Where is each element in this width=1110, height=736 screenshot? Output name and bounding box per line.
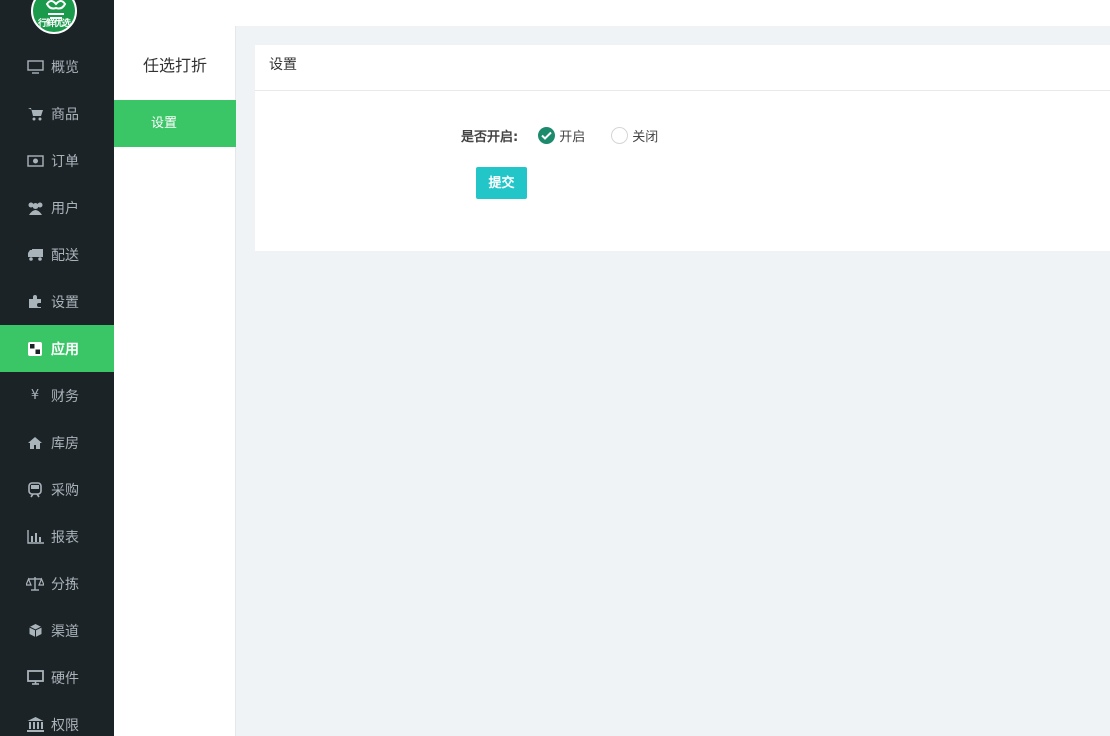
secondary-sidebar: 任选打折 设置 xyxy=(114,26,236,736)
sidebar-item-reports[interactable]: 报表 xyxy=(0,513,114,560)
radio-disable[interactable]: 关闭 xyxy=(611,126,658,145)
enable-form-row: 是否开启: 开启 关闭 xyxy=(461,125,684,145)
sidebar-item-label: 硬件 xyxy=(51,670,79,687)
radio-empty-icon xyxy=(611,126,629,144)
money-icon xyxy=(26,153,44,169)
sidebar-item-label: 渠道 xyxy=(51,623,79,640)
sidebar-item-settings[interactable]: 设置 xyxy=(0,278,114,325)
cart-icon xyxy=(26,106,44,122)
sidebar-item-label: 报表 xyxy=(51,529,79,546)
panel-title: 设置 xyxy=(255,45,1110,91)
sidebar-item-channels[interactable]: 渠道 xyxy=(0,607,114,654)
bank-icon xyxy=(26,717,44,733)
sidebar-item-label: 配送 xyxy=(51,247,79,264)
users-icon xyxy=(26,200,44,216)
sidebar-item-label: 分拣 xyxy=(51,576,79,593)
settings-panel: 设置 是否开启: 开启 关闭 提交 xyxy=(255,45,1110,251)
bar-chart-icon xyxy=(26,529,44,545)
sidebar-item-purchase[interactable]: 采购 xyxy=(0,466,114,513)
sidebar-item-label: 概览 xyxy=(51,59,79,76)
desktop-icon xyxy=(26,670,44,686)
submit-button[interactable]: 提交 xyxy=(476,167,527,199)
sidebar-item-label: 订单 xyxy=(51,153,79,170)
train-icon xyxy=(26,481,44,498)
yen-icon: ¥ xyxy=(30,388,40,403)
logo[interactable]: 行鲜优选 xyxy=(31,0,77,34)
check-icon xyxy=(538,126,556,144)
top-header xyxy=(114,0,1110,26)
sidebar-item-apps[interactable]: 应用 xyxy=(0,325,114,372)
radio-disable-label: 关闭 xyxy=(632,129,659,145)
sidebar-item-warehouse[interactable]: 库房 xyxy=(0,419,114,466)
puzzle-icon xyxy=(26,294,44,310)
sidebar-item-products[interactable]: 商品 xyxy=(0,90,114,137)
sidebar-item-hardware[interactable]: 硬件 xyxy=(0,654,114,701)
sidebar-nav: 概览 商品 订单 用户 配送 设置 应用 ¥ 财务 库房 采购 报表 分拣 渠道… xyxy=(0,43,114,736)
balance-scale-icon xyxy=(26,576,44,592)
secondary-sidebar-title: 任选打折 xyxy=(142,56,207,75)
sidebar-item-orders[interactable]: 订单 xyxy=(0,137,114,184)
enable-label: 是否开启: xyxy=(461,129,519,145)
sidebar-item-label: 权限 xyxy=(51,717,79,734)
cube-icon xyxy=(26,623,44,639)
sidebar-item-overview[interactable]: 概览 xyxy=(0,43,114,90)
sidebar-item-label: 财务 xyxy=(51,388,79,405)
radio-enable-label: 开启 xyxy=(559,129,586,145)
sidebar-item-delivery[interactable]: 配送 xyxy=(0,231,114,278)
sidebar-item-permissions[interactable]: 权限 xyxy=(0,701,114,736)
truck-icon xyxy=(26,247,44,263)
monitor-icon xyxy=(26,59,44,75)
sidebar-item-label: 商品 xyxy=(51,106,79,123)
sidebar-item-sorting[interactable]: 分拣 xyxy=(0,560,114,607)
sidebar-item-users[interactable]: 用户 xyxy=(0,184,114,231)
sidebar-item-label: 设置 xyxy=(51,294,79,311)
main-sidebar: 行鲜优选 概览 商品 订单 用户 配送 设置 应用 ¥ 财务 库房 采购 报表 … xyxy=(0,0,114,736)
sidebar-item-label: 库房 xyxy=(51,435,79,452)
home-icon xyxy=(26,435,44,451)
sidebar-item-label: 应用 xyxy=(51,341,79,358)
grid-icon xyxy=(26,341,44,357)
secondary-sidebar-item-settings[interactable]: 设置 xyxy=(114,100,236,147)
logo-text: 行鲜优选 xyxy=(37,19,71,29)
sidebar-item-label: 用户 xyxy=(51,200,79,217)
sidebar-item-label: 采购 xyxy=(51,482,79,499)
sidebar-item-finance[interactable]: ¥ 财务 xyxy=(0,372,114,419)
radio-enable[interactable]: 开启 xyxy=(538,126,585,145)
